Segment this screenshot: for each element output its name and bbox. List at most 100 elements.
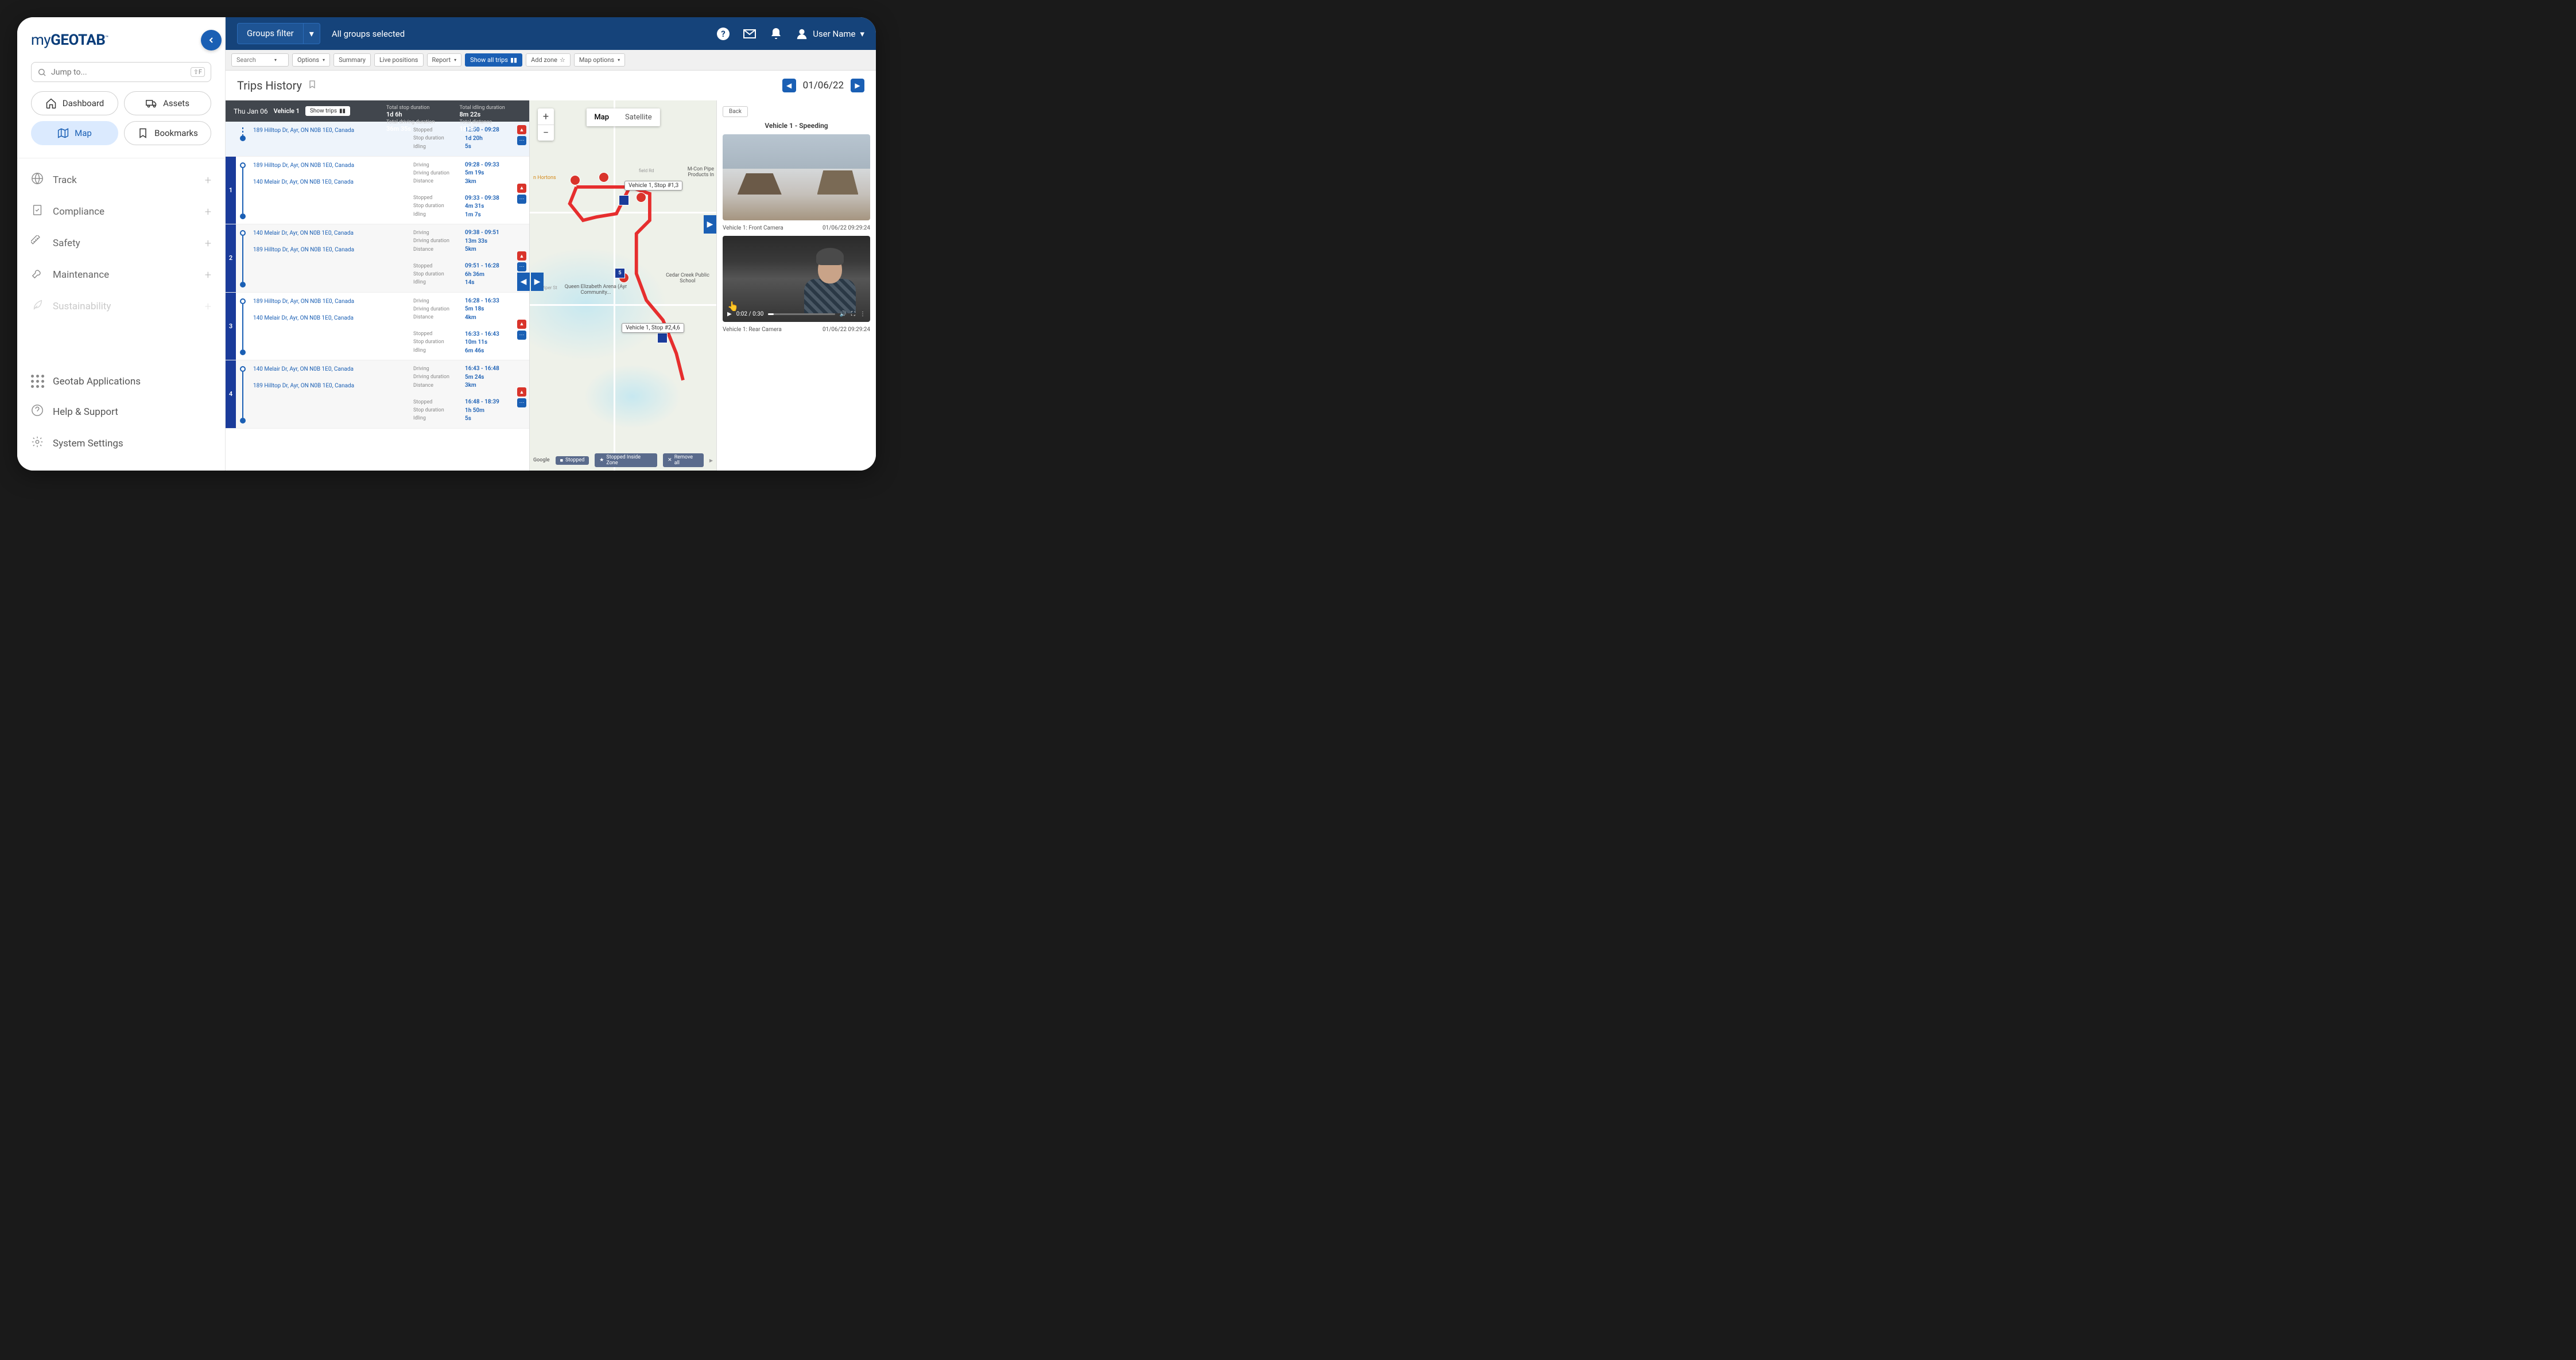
bell-icon[interactable]: [769, 27, 783, 41]
trip-row[interactable]: 4 140 Melair Dr, Ayr, ON N0B 1E0, Canada…: [226, 360, 529, 429]
menu-badge[interactable]: ⋯: [517, 136, 526, 145]
map-alert-marker[interactable]: [636, 192, 646, 203]
map-zoom-control: + −: [538, 108, 554, 141]
groups-filter[interactable]: Groups filter ▾: [237, 23, 320, 44]
map-type-map[interactable]: Map: [586, 108, 617, 126]
map-type-satellite[interactable]: Satellite: [617, 108, 660, 126]
menu-badge[interactable]: ⋯: [517, 398, 526, 407]
map-poi-label: n Hortons: [533, 175, 556, 181]
nav-chip-dashboard[interactable]: Dashboard: [31, 91, 118, 115]
camera-panel: Back Vehicle 1 - Speeding Vehicle 1: Fro…: [716, 100, 876, 471]
progress-bar[interactable]: [768, 313, 835, 315]
mail-icon[interactable]: [743, 27, 756, 41]
tool-show-all-trips[interactable]: Show all trips ▮▮: [465, 53, 522, 67]
map-tooltip: Vehicle 1, Stop #2,4,6: [622, 323, 684, 333]
sidebar-item-help-support[interactable]: Help & Support: [31, 396, 211, 428]
map-alert-marker[interactable]: [599, 172, 609, 182]
keyboard-hint: ⇧F: [191, 67, 205, 77]
collapse-trips-tab[interactable]: ◀: [517, 273, 530, 291]
toolbar: ▾ Options▾ Summary Live positions Report…: [226, 50, 876, 71]
sidebar-item-sustainability[interactable]: Sustainability+: [31, 290, 211, 322]
show-trips-button[interactable]: Show trips ▮▮: [305, 106, 350, 116]
tool-options[interactable]: Options▾: [292, 53, 330, 67]
map-poi-label: Cedar Creek Public School: [665, 273, 711, 284]
trip-number: 2: [226, 224, 236, 292]
rear-camera-video[interactable]: 👆 ▶ 0:02 / 0:30 🔊 ⛶ ⋮: [723, 236, 870, 322]
expand-icon: +: [205, 173, 211, 187]
groups-selected-text: All groups selected: [332, 29, 405, 39]
page-header: Trips History ◀ 01/06/22 ▶: [226, 71, 876, 100]
sidebar-item-compliance[interactable]: Compliance+: [31, 196, 211, 227]
menu-badge[interactable]: ⋯: [517, 262, 526, 271]
back-button[interactable]: Back: [723, 106, 748, 117]
map-stop-marker[interactable]: [657, 333, 668, 343]
bookmark-page-icon[interactable]: [308, 80, 317, 91]
trip-row[interactable]: 3 189 Hilltop Dr, Ayr, ON N0B 1E0, Canad…: [226, 293, 529, 361]
expand-trips-tab[interactable]: ▶: [531, 273, 544, 291]
gear-icon: [31, 436, 44, 451]
globe-icon: [31, 172, 44, 188]
map-alert-marker[interactable]: [570, 175, 580, 185]
alert-badge[interactable]: ▲: [517, 184, 526, 193]
fullscreen-icon[interactable]: ⛶: [851, 311, 855, 317]
current-date: 01/06/22: [803, 80, 844, 91]
zoom-in-button[interactable]: +: [538, 108, 554, 125]
alert-badge[interactable]: ▲: [517, 320, 526, 329]
trip-row[interactable]: 2 140 Melair Dr, Ayr, ON N0B 1E0, Canada…: [226, 224, 529, 293]
tool-search[interactable]: ▾: [231, 53, 289, 67]
map-panel[interactable]: ◀ ▶ ▶: [530, 100, 716, 471]
legend-remove-all[interactable]: ✕ Remove all: [663, 453, 704, 467]
map-stop-marker[interactable]: [619, 195, 629, 205]
zoom-out-button[interactable]: −: [538, 125, 554, 141]
play-time: 0:02 / 0:30: [736, 311, 764, 317]
cursor-icon: 👆: [727, 301, 739, 312]
user-icon: [796, 28, 808, 40]
front-camera-image[interactable]: [723, 134, 870, 220]
rear-camera-timestamp: 01/06/22 09:29:24: [823, 327, 870, 333]
expand-cam-tab[interactable]: ▶: [704, 215, 716, 234]
legend-stopped[interactable]: ■ Stopped: [556, 456, 589, 465]
sidebar-item-system-settings[interactable]: System Settings: [31, 428, 211, 459]
sidebar-item-track[interactable]: Track+: [31, 164, 211, 196]
main-content: Groups filter ▾ All groups selected ? Us…: [226, 17, 876, 471]
expand-icon: +: [205, 300, 211, 313]
next-date-button[interactable]: ▶: [851, 79, 864, 92]
map-cluster-marker[interactable]: 5: [615, 268, 625, 278]
sidebar-item-maintenance[interactable]: Maintenance+: [31, 259, 211, 290]
volume-icon[interactable]: 🔊: [840, 311, 847, 317]
jump-to-input[interactable]: [51, 68, 186, 77]
alert-badge[interactable]: ▲: [517, 251, 526, 261]
user-menu[interactable]: User Name ▾: [796, 28, 864, 40]
map-footer: Google ■ Stopped ★ Stopped Inside Zone ✕…: [533, 453, 713, 467]
trip-row[interactable]: 1 189 Hilltop Dr, Ayr, ON N0B 1E0, Canad…: [226, 157, 529, 225]
menu-badge[interactable]: ⋯: [517, 331, 526, 340]
rear-camera-label: Vehicle 1: Rear Camera: [723, 327, 782, 333]
alert-badge[interactable]: ▲: [517, 387, 526, 397]
help-icon: [31, 404, 44, 419]
prev-date-button[interactable]: ◀: [782, 79, 796, 92]
search-icon: [37, 68, 46, 77]
legend-inside-zone[interactable]: ★ Stopped Inside Zone: [595, 453, 657, 467]
tool-summary[interactable]: Summary: [333, 53, 371, 67]
expand-icon: +: [205, 268, 211, 282]
tool-live-positions[interactable]: Live positions: [374, 53, 424, 67]
tool-report[interactable]: Report▾: [427, 53, 462, 67]
tool-map-options[interactable]: Map options▾: [574, 53, 625, 67]
page-title: Trips History: [237, 79, 302, 92]
nav-chip-assets[interactable]: Assets: [124, 91, 211, 115]
collapse-sidebar-button[interactable]: [201, 30, 222, 50]
expand-icon: +: [205, 236, 211, 250]
help-icon[interactable]: ?: [716, 27, 730, 41]
groups-filter-dropdown[interactable]: ▾: [304, 23, 320, 44]
nav-chip-map[interactable]: Map: [31, 121, 118, 145]
more-icon[interactable]: ⋮: [860, 311, 866, 317]
nav-chip-bookmarks[interactable]: Bookmarks: [124, 121, 211, 145]
play-icon[interactable]: ▶: [727, 311, 732, 317]
menu-badge[interactable]: ⋯: [517, 195, 526, 204]
tool-add-zone[interactable]: Add zone ☆: [526, 53, 571, 67]
sidebar-item-geotab-applications[interactable]: Geotab Applications: [31, 367, 211, 396]
jump-to-search[interactable]: ⇧F: [31, 62, 211, 82]
map-tooltip: Vehicle 1, Stop #1,3: [624, 181, 682, 191]
sidebar-item-safety[interactable]: Safety+: [31, 227, 211, 259]
map-type-toggle: Map Satellite: [586, 108, 659, 126]
